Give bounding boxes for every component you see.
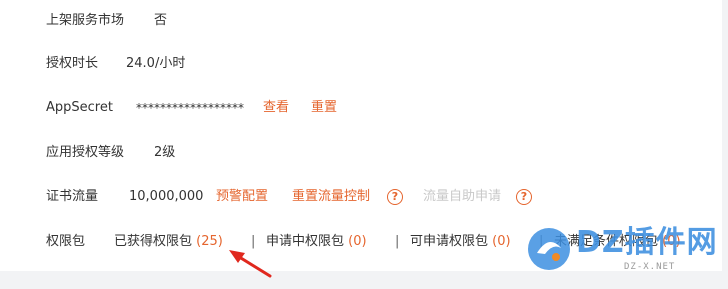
dz-logo-icon — [528, 228, 570, 270]
dz-watermark: DZ插件网 DZ-X.NET — [520, 222, 728, 280]
watermark-title: DZ插件网 — [576, 225, 718, 260]
watermark-subtitle: DZ-X.NET — [624, 262, 676, 272]
